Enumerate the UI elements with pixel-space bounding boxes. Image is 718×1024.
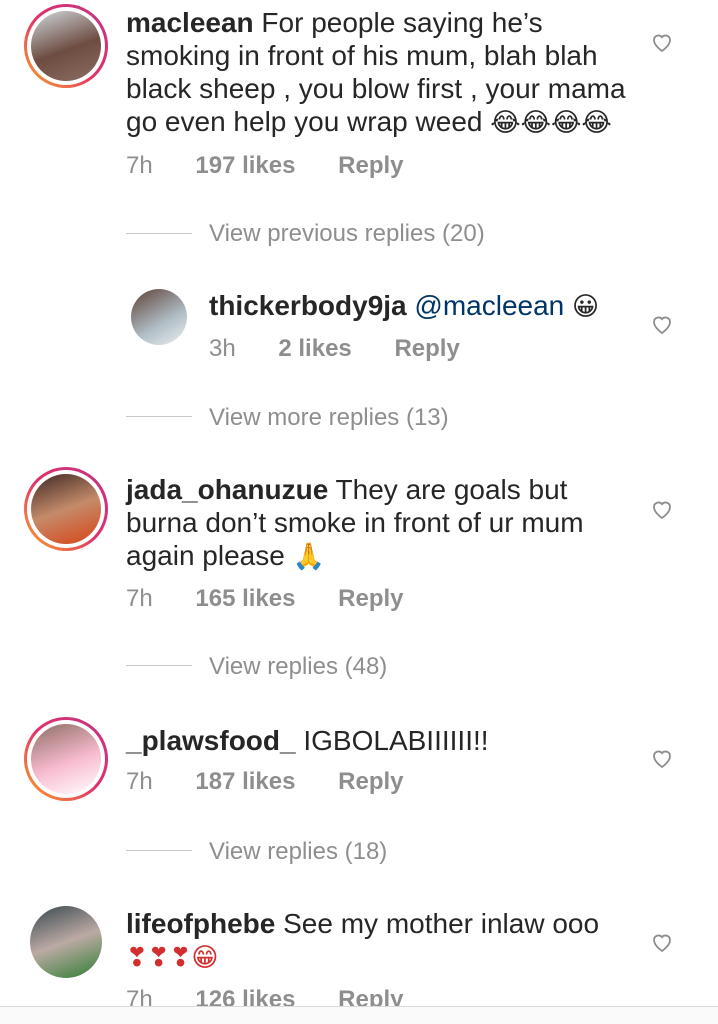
comment-likes[interactable]: 165 likes xyxy=(195,585,295,612)
view-replies-button[interactable]: View more replies (13) xyxy=(209,404,449,432)
comment-meta: 3h 2 likes Reply xyxy=(209,335,460,363)
reply-button[interactable]: Reply xyxy=(338,152,403,179)
reply-button[interactable]: Reply xyxy=(338,585,403,612)
avatar[interactable] xyxy=(30,906,102,978)
avatar[interactable] xyxy=(24,4,108,88)
heart-icon[interactable] xyxy=(650,312,674,336)
heart-icon[interactable] xyxy=(650,30,674,54)
heart-icon[interactable] xyxy=(650,497,674,521)
comment-username[interactable]: lifeofphebe xyxy=(126,908,275,939)
heart-icon[interactable] xyxy=(650,746,674,770)
comment-text: thickerbody9ja @macleean 😀 xyxy=(209,289,629,323)
divider-line xyxy=(126,233,192,234)
reply-button[interactable]: Reply xyxy=(394,335,459,362)
comment-text: lifeofphebe See my mother inlaw ooo ❣❣❣😁 xyxy=(126,907,626,974)
comment-body: IGBOLABIIIIII!! xyxy=(295,725,489,756)
comment-text: jada_ohanuzue They are goals but burna d… xyxy=(126,473,626,573)
comment-likes[interactable]: 197 likes xyxy=(195,152,295,179)
comment-emoji: 🙏 xyxy=(292,541,325,571)
comment-body: See my mother inlaw ooo xyxy=(275,908,600,939)
avatar[interactable] xyxy=(24,467,108,551)
comment-username[interactable]: jada_ohanuzue xyxy=(126,474,328,505)
divider-line xyxy=(126,665,192,666)
avatar[interactable] xyxy=(131,289,187,345)
comment-likes[interactable]: 187 likes xyxy=(195,768,295,795)
comment-username[interactable]: _plawsfood_ xyxy=(126,725,296,756)
mention-link[interactable]: @macleean xyxy=(414,290,564,321)
comment-time: 7h xyxy=(126,585,153,612)
view-replies-button[interactable]: View replies (18) xyxy=(209,838,387,866)
avatar[interactable] xyxy=(24,717,108,801)
bottom-bar xyxy=(0,1007,718,1024)
comment-meta: 7h 165 likes Reply xyxy=(126,585,404,613)
comment-time: 7h xyxy=(126,152,153,179)
heart-icon[interactable] xyxy=(650,930,674,954)
comment-time: 7h xyxy=(126,768,153,795)
divider-line xyxy=(126,416,192,417)
comment-emoji: ❣❣❣😁 xyxy=(126,942,219,972)
reply-button[interactable]: Reply xyxy=(338,768,403,795)
comment-time: 3h xyxy=(209,335,236,362)
comment-emoji: 😀 xyxy=(572,291,600,321)
divider-line xyxy=(126,850,192,851)
comment-meta: 7h 197 likes Reply xyxy=(126,152,404,180)
comment-emoji: 😂😂😂😂 xyxy=(490,107,612,137)
comment-text: _plawsfood_ IGBOLABIIIIII!! xyxy=(126,724,626,757)
comment-text: macleean For people saying he’s smoking … xyxy=(126,6,626,139)
comment-likes[interactable]: 2 likes xyxy=(278,335,351,362)
view-replies-button[interactable]: View previous replies (20) xyxy=(209,220,485,248)
comment-username[interactable]: macleean xyxy=(126,7,254,38)
comment-meta: 7h 187 likes Reply xyxy=(126,768,404,796)
view-replies-button[interactable]: View replies (48) xyxy=(209,653,387,681)
comment-username[interactable]: thickerbody9ja xyxy=(209,290,407,321)
